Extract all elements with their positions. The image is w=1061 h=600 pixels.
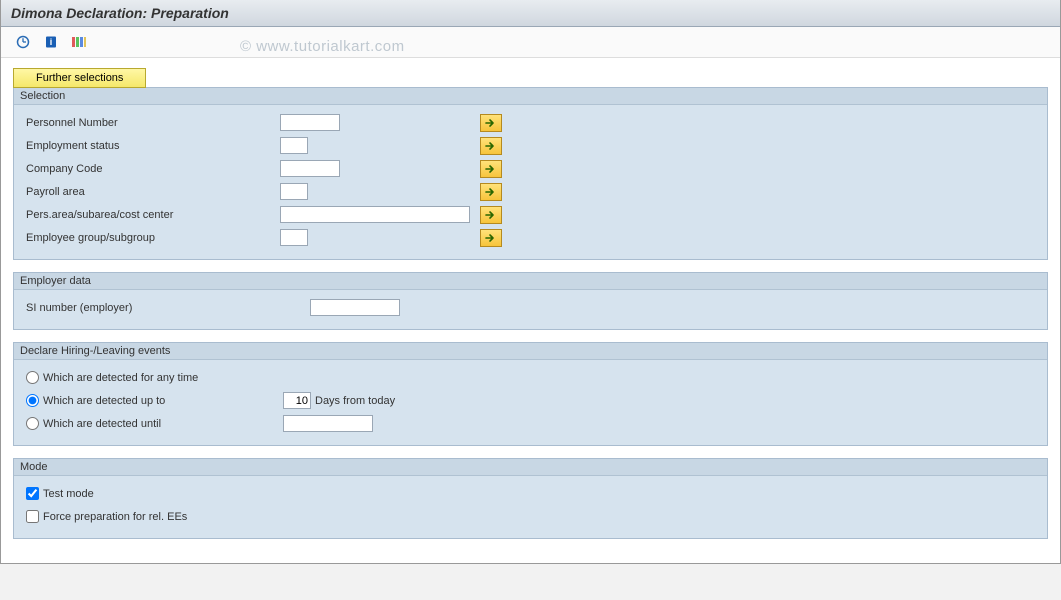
app-window: Dimona Declaration: Preparation © www.tu… (0, 0, 1061, 564)
input-pers-area[interactable] (280, 206, 470, 223)
field-company-code: Company Code (20, 157, 1041, 180)
field-employee-group: Employee group/subgroup (20, 226, 1041, 249)
field-si-number: SI number (employer) (20, 296, 1041, 319)
radio-until[interactable] (26, 417, 39, 430)
radio-row-any-time: Which are detected for any time (20, 366, 1041, 389)
group-selection: Selection Personnel Number Employment st… (13, 87, 1048, 260)
checkbox-force-prep[interactable] (26, 510, 39, 523)
label-pers-area: Pers.area/subarea/cost center (20, 209, 280, 221)
label-any-time: Which are detected for any time (43, 372, 283, 384)
variant-icon[interactable] (69, 33, 89, 51)
field-employment-status: Employment status (20, 134, 1041, 157)
label-test-mode: Test mode (43, 488, 94, 500)
input-si-number[interactable] (310, 299, 400, 316)
field-personnel-number: Personnel Number (20, 111, 1041, 134)
input-employee-group[interactable] (280, 229, 308, 246)
group-title-declare: Declare Hiring-/Leaving events (14, 343, 1047, 360)
execute-icon[interactable] (13, 33, 33, 51)
multi-selection-employee-group[interactable] (480, 229, 502, 247)
label-force-prep: Force preparation for rel. EEs (43, 511, 187, 523)
further-selections-button[interactable]: Further selections (13, 68, 146, 88)
label-until: Which are detected until (43, 418, 283, 430)
checkbox-test-mode[interactable] (26, 487, 39, 500)
group-declare-events: Declare Hiring-/Leaving events Which are… (13, 342, 1048, 446)
label-company-code: Company Code (20, 163, 280, 175)
field-payroll-area: Payroll area (20, 180, 1041, 203)
info-icon[interactable]: i (41, 33, 61, 51)
multi-selection-payroll-area[interactable] (480, 183, 502, 201)
label-up-to: Which are detected up to (43, 395, 283, 407)
multi-selection-personnel-number[interactable] (480, 114, 502, 132)
label-employee-group: Employee group/subgroup (20, 232, 280, 244)
input-company-code[interactable] (280, 160, 340, 177)
label-employment-status: Employment status (20, 140, 280, 152)
group-title-selection: Selection (14, 88, 1047, 105)
input-payroll-area[interactable] (280, 183, 308, 200)
svg-text:i: i (50, 37, 53, 47)
input-personnel-number[interactable] (280, 114, 340, 131)
label-payroll-area: Payroll area (20, 186, 280, 198)
check-row-force-prep: Force preparation for rel. EEs (20, 505, 1041, 528)
field-pers-area: Pers.area/subarea/cost center (20, 203, 1041, 226)
toolbar: i (1, 27, 1060, 58)
group-title-mode: Mode (14, 459, 1047, 476)
group-mode: Mode Test mode Force preparation for rel… (13, 458, 1048, 539)
page-title: Dimona Declaration: Preparation (1, 0, 1060, 27)
radio-row-up-to: Which are detected up to Days from today (20, 389, 1041, 412)
multi-selection-employment-status[interactable] (480, 137, 502, 155)
radio-row-until: Which are detected until (20, 412, 1041, 435)
group-employer-data: Employer data SI number (employer) (13, 272, 1048, 330)
content-area: Further selections Selection Personnel N… (1, 58, 1060, 563)
label-personnel-number: Personnel Number (20, 117, 280, 129)
label-up-to-suffix: Days from today (315, 395, 395, 407)
input-up-to-days[interactable] (283, 392, 311, 409)
label-si-number: SI number (employer) (20, 302, 310, 314)
radio-up-to[interactable] (26, 394, 39, 407)
multi-selection-company-code[interactable] (480, 160, 502, 178)
multi-selection-pers-area[interactable] (480, 206, 502, 224)
check-row-test-mode: Test mode (20, 482, 1041, 505)
radio-any-time[interactable] (26, 371, 39, 384)
input-until-date[interactable] (283, 415, 373, 432)
input-employment-status[interactable] (280, 137, 308, 154)
group-title-employer-data: Employer data (14, 273, 1047, 290)
